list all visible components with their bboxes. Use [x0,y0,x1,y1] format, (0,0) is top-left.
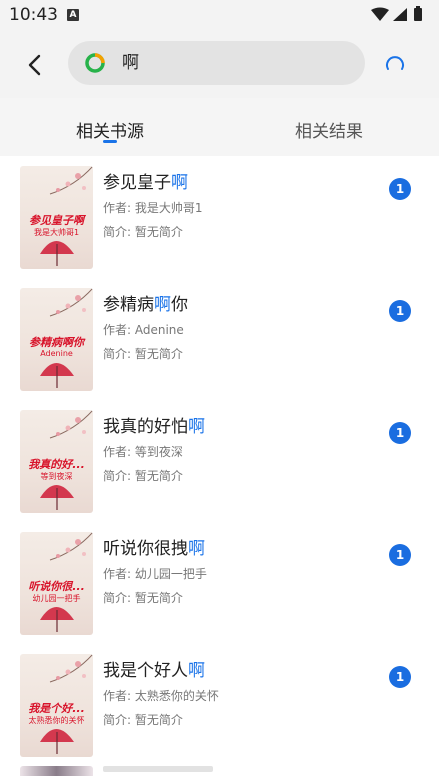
book-title: 参见皇子啊 [103,173,188,193]
search-engine-icon [85,53,105,73]
cover-title: 我真的好... [28,458,85,471]
list-item[interactable]: 我真的好... 等到夜深 我真的好怕啊 作者: 等到夜深 简介: 暂无简介 1 [0,400,439,522]
title-highlight: 啊 [154,295,171,315]
cover-title: 我是个好... [28,702,85,715]
book-title: 我真的好怕啊 [103,417,205,437]
list-item[interactable]: 参见皇子啊 我是大帅哥1 参见皇子啊 作者: 我是大帅哥1 简介: 暂无简介 1 [0,156,439,278]
book-intro: 简介: 暂无简介 [103,469,183,483]
book-author: 作者: 太熟悉你的关怀 [103,689,219,703]
signal-battery-icons [371,6,422,21]
cover-author: 等到夜深 [40,472,73,481]
book-list: 参见皇子啊 我是大帅哥1 参见皇子啊 作者: 我是大帅哥1 简介: 暂无简介 1… [0,156,439,782]
book-title [103,766,213,772]
wifi-icon [371,7,389,21]
refresh-icon[interactable] [382,52,408,78]
book-cover [20,766,93,776]
chevron-left-icon [28,54,41,76]
source-count-badge: 1 [389,300,411,322]
book-cover: 参见皇子啊 我是大帅哥1 [20,166,93,269]
cover-author: 我是大帅哥1 [33,228,80,237]
tab-related-sources[interactable]: 相关书源 [40,117,180,142]
status-bar: 10:43 A [0,0,439,30]
title-highlight: 啊 [188,661,205,681]
source-count-badge: 1 [389,666,411,688]
active-tab-indicator [103,140,117,143]
battery-icon [414,8,422,21]
tab-bar: 相关书源 相关结果 [0,98,439,156]
book-intro: 简介: 暂无简介 [103,713,183,727]
book-title: 听说你很拽啊 [103,539,205,559]
book-author: 作者: 等到夜深 [103,445,183,459]
search-input[interactable]: 啊 [68,41,365,85]
book-cover: 参精病啊你 Adenine [20,288,93,391]
title-highlight: 啊 [188,539,205,559]
status-time: 10:43 [9,5,58,25]
title-highlight: 啊 [188,417,205,437]
back-button[interactable] [18,48,52,82]
book-author: 作者: Adenine [103,323,184,337]
book-intro: 简介: 暂无简介 [103,225,183,239]
book-author: 作者: 我是大帅哥1 [103,201,203,215]
tab-related-results[interactable]: 相关结果 [259,117,399,142]
cover-title: 参见皇子啊 [29,214,84,227]
cover-title: 听说你很... [28,580,85,593]
source-count-badge: 1 [389,178,411,200]
cover-title: 参精病啊你 [29,336,84,349]
list-item[interactable]: 听说你很... 幼儿园一把手 听说你很拽啊 作者: 幼儿园一把手 简介: 暂无简… [0,522,439,644]
list-item[interactable]: 参精病啊你 Adenine 参精病啊你 作者: Adenine 简介: 暂无简介… [0,278,439,400]
book-author: 作者: 幼儿园一把手 [103,567,207,581]
book-cover: 听说你很... 幼儿园一把手 [20,532,93,635]
book-cover: 我真的好... 等到夜深 [20,410,93,513]
book-title: 参精病啊你 [103,295,188,315]
source-count-badge: 1 [389,544,411,566]
book-title: 我是个好人啊 [103,661,205,681]
list-item[interactable]: 我是个好... 太熟悉你的关怀 我是个好人啊 作者: 太熟悉你的关怀 简介: 暂… [0,644,439,766]
cover-author: 幼儿园一把手 [32,594,81,603]
cover-author: Adenine [40,349,73,358]
search-header: 啊 [0,30,439,98]
book-intro: 简介: 暂无简介 [103,347,183,361]
cellular-icon [393,8,407,21]
title-highlight: 啊 [171,173,188,193]
book-intro: 简介: 暂无简介 [103,591,183,605]
book-cover: 我是个好... 太熟悉你的关怀 [20,654,93,757]
cover-author: 太熟悉你的关怀 [28,716,85,725]
search-query[interactable]: 啊 [122,52,139,74]
list-item-partial[interactable] [0,766,439,782]
source-count-badge: 1 [389,422,411,444]
notification-icon: A [67,9,79,21]
